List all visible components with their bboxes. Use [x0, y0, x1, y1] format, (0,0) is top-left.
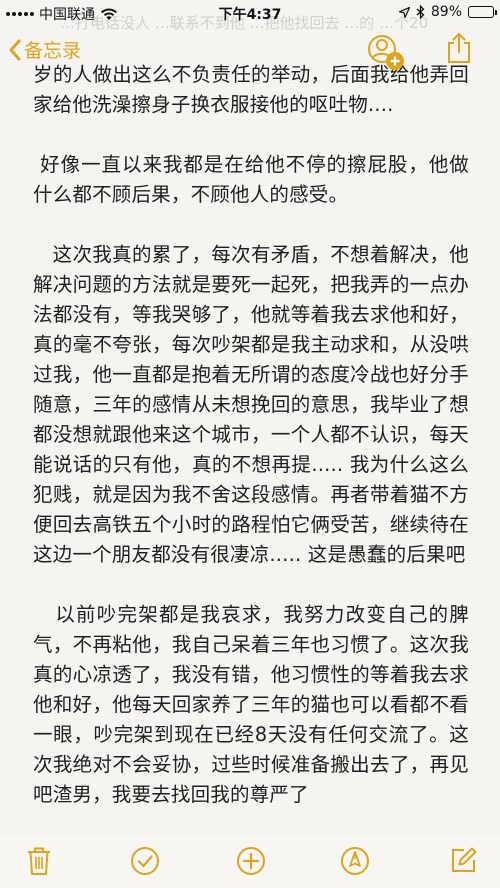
- battery-percent: 89%: [430, 4, 462, 20]
- bluetooth-icon: [416, 5, 425, 19]
- checklist-button[interactable]: [130, 846, 160, 880]
- note-paragraph-3: 这次我真的累了，每次有矛盾，不想着解决，他解决问题的方法就是要死一起死，把我弄的…: [33, 243, 469, 566]
- chevron-left-icon: [9, 39, 21, 60]
- note-text: 岁的人做出这么不负责任的举动，后面我给他弄回家给他洗澡擦身子换衣服接他的呕吐物.…: [33, 64, 469, 810]
- note-paragraph-4: 以前吵完架都是我哀求，我努力改变自己的脾气，不再粘他，我自己呆着三年也习惯了。这…: [33, 603, 469, 806]
- share-button[interactable]: [446, 32, 472, 68]
- plus-circle-icon: [237, 847, 265, 875]
- add-people-button[interactable]: [364, 32, 406, 76]
- trash-icon: [28, 847, 50, 875]
- add-people-icon: [368, 35, 404, 70]
- sketch-button[interactable]: [340, 846, 370, 880]
- compose-button[interactable]: [450, 846, 478, 878]
- bottom-toolbar: [0, 836, 500, 888]
- note-body[interactable]: 岁的人做出这么不负责任的举动，后面我给他弄回家给他洗澡擦身子换衣服接他的呕吐物.…: [0, 64, 500, 834]
- compose-icon: [452, 847, 477, 872]
- back-button[interactable]: 备忘录: [8, 36, 81, 63]
- location-arrow-icon: [398, 6, 410, 18]
- nav-bar: 备忘录: [0, 26, 500, 74]
- battery-icon: [468, 6, 497, 18]
- status-bar: 中国联通 下午4:37 89%: [0, 0, 500, 26]
- delete-button[interactable]: [26, 846, 52, 880]
- add-attachment-button[interactable]: [236, 846, 266, 880]
- note-paragraph-2: 好像一直以来我都是在给他不停的擦屁股，他做什么都不顾后果，不顾他人的感受。: [33, 153, 469, 206]
- back-label: 备忘录: [24, 40, 82, 62]
- pen-circle-icon: [341, 847, 369, 875]
- share-icon: [448, 33, 470, 63]
- checkmark-circle-icon: [131, 847, 159, 875]
- status-right: 89%: [398, 4, 497, 20]
